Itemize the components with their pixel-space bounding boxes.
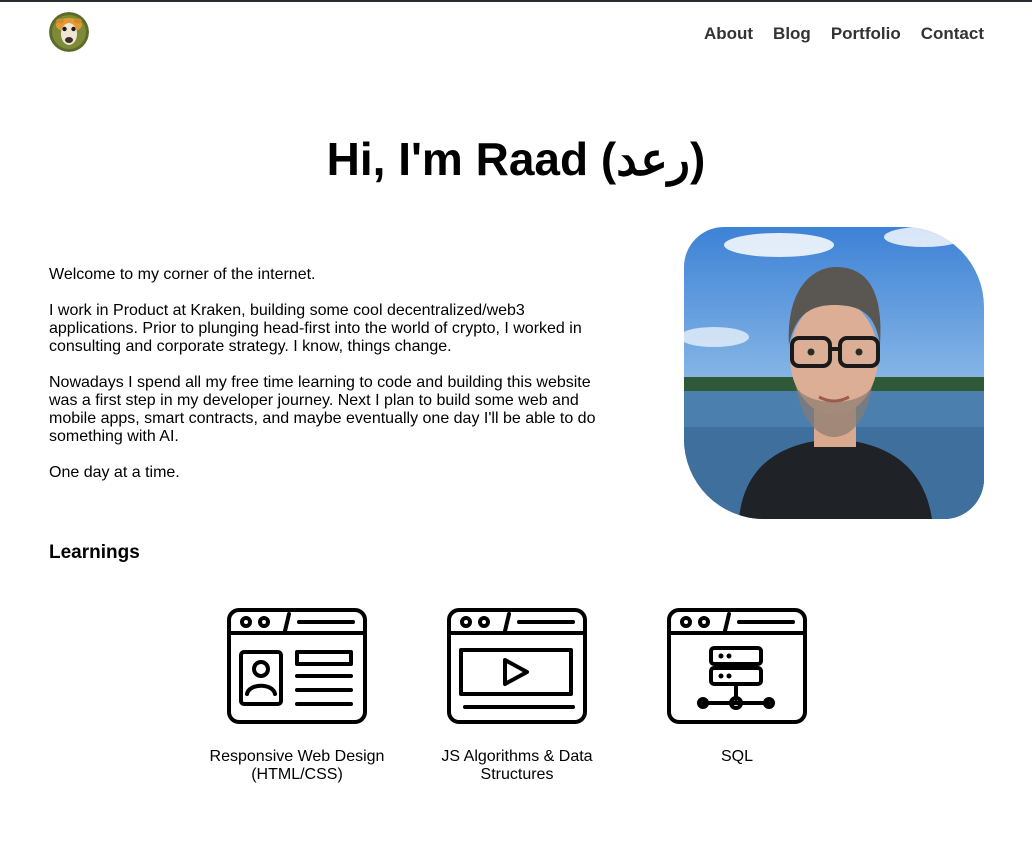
- learnings-title: Learnings: [49, 542, 140, 563]
- profile-photo: [684, 227, 984, 519]
- browser-profile-icon: [227, 608, 367, 724]
- intro-paragraph: One day at a time.: [49, 464, 180, 481]
- top-border: [0, 0, 1032, 2]
- browser-database-icon: [667, 608, 807, 724]
- browser-video-icon: [447, 608, 587, 724]
- intro-text: Welcome to my corner of the internet. I …: [49, 266, 609, 500]
- intro-paragraph: I work in Product at Kraken, building so…: [49, 302, 582, 355]
- page-title: Hi, I'm Raad (رعد): [326, 133, 706, 185]
- nav-about[interactable]: About: [704, 24, 753, 44]
- learning-label: JS Algorithms & Data Structures: [441, 748, 593, 783]
- intro-paragraph: Welcome to my corner of the internet.: [49, 266, 316, 283]
- nav-portfolio[interactable]: Portfolio: [831, 24, 901, 44]
- learning-card: JS Algorithms & Data Structures: [427, 608, 607, 784]
- learning-card: SQL: [647, 608, 827, 766]
- learning-label: Responsive Web Design (HTML/CSS): [209, 748, 385, 783]
- nav-contact[interactable]: Contact: [921, 24, 984, 44]
- logo-home-link[interactable]: [49, 12, 89, 52]
- main-nav: About Blog Portfolio Contact: [704, 24, 984, 44]
- intro-paragraph: Nowadays I spend all my free time learni…: [49, 374, 596, 445]
- llama-avatar-icon: [49, 12, 89, 52]
- learning-card: Responsive Web Design (HTML/CSS): [207, 608, 387, 784]
- nav-blog[interactable]: Blog: [773, 24, 811, 44]
- learning-label: SQL: [720, 748, 753, 765]
